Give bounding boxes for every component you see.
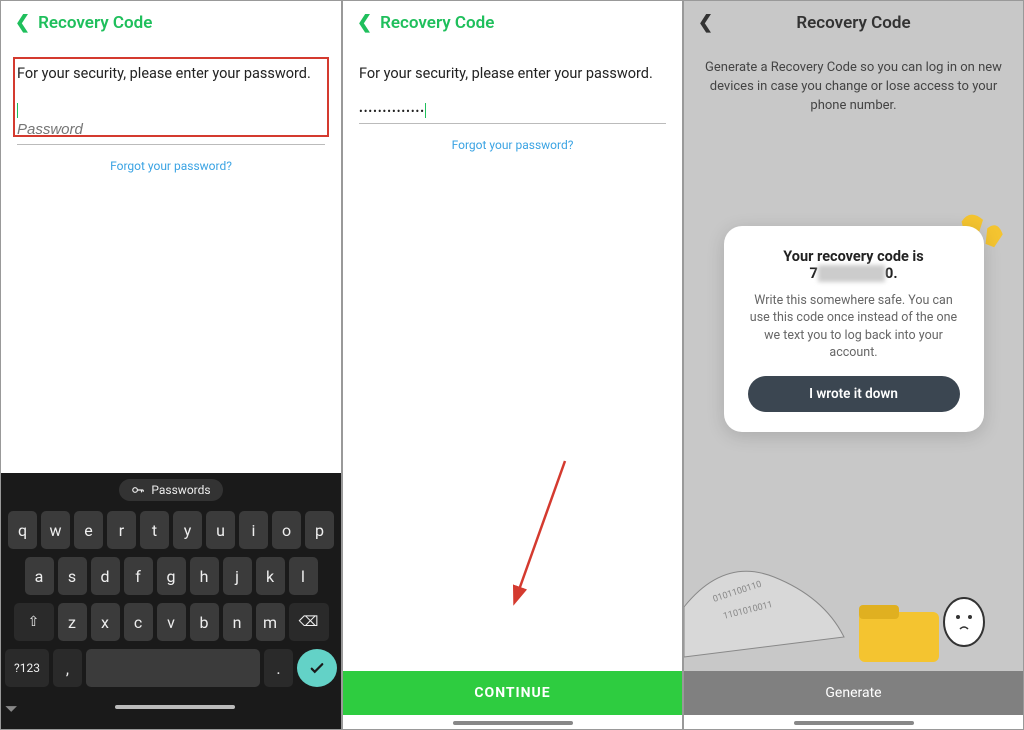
- code-prefix: 7: [809, 265, 817, 282]
- page-title: Recovery Code: [380, 13, 494, 33]
- key-t[interactable]: t: [140, 511, 169, 549]
- keyboard-row-1: q w e r t y u i o p: [5, 511, 337, 549]
- nav-spacer: [333, 699, 337, 719]
- key-i[interactable]: i: [239, 511, 268, 549]
- password-input-wrap[interactable]: [17, 100, 325, 145]
- page-title: Recovery Code: [38, 13, 152, 33]
- key-w[interactable]: w: [41, 511, 70, 549]
- security-prompt: For your security, please enter your pas…: [359, 65, 666, 82]
- screen-3-recovery-code-modal: ❮ Recovery Code Generate a Recovery Code…: [683, 0, 1024, 730]
- back-chevron-icon[interactable]: ❮: [15, 14, 30, 32]
- key-space[interactable]: [86, 649, 260, 687]
- key-n[interactable]: n: [223, 603, 252, 641]
- body: For your security, please enter your pas…: [343, 45, 682, 671]
- key-m[interactable]: m: [256, 603, 285, 641]
- key-r[interactable]: r: [107, 511, 136, 549]
- key-g[interactable]: g: [157, 557, 186, 595]
- key-comma[interactable]: ,: [53, 649, 82, 687]
- password-dots: ••••••••••••••: [359, 105, 425, 118]
- key-l[interactable]: l: [289, 557, 318, 595]
- forgot-password-link[interactable]: Forgot your password?: [359, 138, 666, 152]
- key-p[interactable]: p: [305, 511, 334, 549]
- keyboard-row-4: ?123 , .: [5, 649, 337, 687]
- key-d[interactable]: d: [91, 557, 120, 595]
- continue-button[interactable]: CONTINUE: [343, 671, 682, 715]
- key-period[interactable]: .: [264, 649, 293, 687]
- key-j[interactable]: j: [223, 557, 252, 595]
- key-c[interactable]: c: [124, 603, 153, 641]
- recovery-code-display: 7XXXXXX0.: [748, 265, 960, 282]
- key-enter[interactable]: [297, 649, 337, 687]
- body: For your security, please enter your pas…: [1, 45, 341, 473]
- home-indicator[interactable]: [453, 721, 573, 725]
- text-caret: [17, 103, 18, 118]
- modal-body-text: Write this somewhere safe. You can use t…: [748, 292, 960, 362]
- arrow-annotation: [505, 451, 585, 611]
- key-h[interactable]: h: [190, 557, 219, 595]
- key-u[interactable]: u: [206, 511, 235, 549]
- code-suffix: 0.: [885, 265, 898, 282]
- page-title: Recovery Code: [796, 13, 910, 33]
- key-icon: [131, 483, 145, 497]
- forgot-password-link[interactable]: Forgot your password?: [17, 159, 325, 173]
- code-redacted: XXXXXX: [818, 265, 885, 282]
- keyboard-suggestion-bar: Passwords: [5, 479, 337, 501]
- security-prompt: For your security, please enter your pas…: [17, 65, 325, 82]
- screen-1-password-empty: ❮ Recovery Code For your security, pleas…: [0, 0, 342, 730]
- autofill-label: Passwords: [151, 483, 210, 497]
- screen-2-password-filled: ❮ Recovery Code For your security, pleas…: [342, 0, 683, 730]
- system-nav-bar: ⏷: [5, 695, 337, 719]
- keyboard-row-2: a s d f g h j k l: [5, 557, 337, 595]
- key-f[interactable]: f: [124, 557, 153, 595]
- key-b[interactable]: b: [190, 603, 219, 641]
- key-k[interactable]: k: [256, 557, 285, 595]
- home-indicator[interactable]: [794, 721, 914, 725]
- wrote-it-down-button[interactable]: I wrote it down: [748, 376, 960, 412]
- modal-title: Your recovery code is: [748, 248, 960, 265]
- back-chevron-icon[interactable]: ❮: [357, 14, 372, 32]
- description-text: Generate a Recovery Code so you can log …: [702, 59, 1005, 116]
- key-s[interactable]: s: [58, 557, 87, 595]
- key-shift[interactable]: ⇧: [14, 603, 54, 641]
- key-backspace[interactable]: ⌫: [289, 603, 329, 641]
- passwords-autofill-chip[interactable]: Passwords: [119, 479, 222, 501]
- generate-button[interactable]: Generate: [684, 671, 1023, 715]
- keyboard-row-3: ⇧ z x c v b n m ⌫: [5, 603, 337, 641]
- back-chevron-icon[interactable]: ❮: [698, 14, 713, 32]
- key-y[interactable]: y: [173, 511, 202, 549]
- key-e[interactable]: e: [74, 511, 103, 549]
- soft-keyboard: Passwords q w e r t y u i o p a s d f g …: [1, 473, 341, 729]
- key-q[interactable]: q: [8, 511, 37, 549]
- header: ❮ Recovery Code: [684, 1, 1023, 45]
- key-z[interactable]: z: [58, 603, 87, 641]
- header: ❮ Recovery Code: [1, 1, 341, 45]
- ghost-printer-illustration: 0101100110 1101010011: [684, 527, 1023, 667]
- home-indicator[interactable]: [115, 705, 235, 709]
- check-icon: [308, 659, 326, 677]
- key-o[interactable]: o: [272, 511, 301, 549]
- password-input-wrap[interactable]: ••••••••••••••: [359, 100, 666, 124]
- key-x[interactable]: x: [91, 603, 120, 641]
- text-caret: [425, 103, 426, 118]
- body: Generate a Recovery Code so you can log …: [684, 45, 1023, 671]
- recovery-code-modal: Your recovery code is 7XXXXXX0. Write th…: [724, 226, 984, 432]
- nav-chevron-down-icon[interactable]: ⏷: [5, 699, 18, 719]
- key-v[interactable]: v: [157, 603, 186, 641]
- header: ❮ Recovery Code: [343, 1, 682, 45]
- key-num-toggle[interactable]: ?123: [5, 649, 49, 687]
- password-input[interactable]: [17, 119, 325, 140]
- key-a[interactable]: a: [25, 557, 54, 595]
